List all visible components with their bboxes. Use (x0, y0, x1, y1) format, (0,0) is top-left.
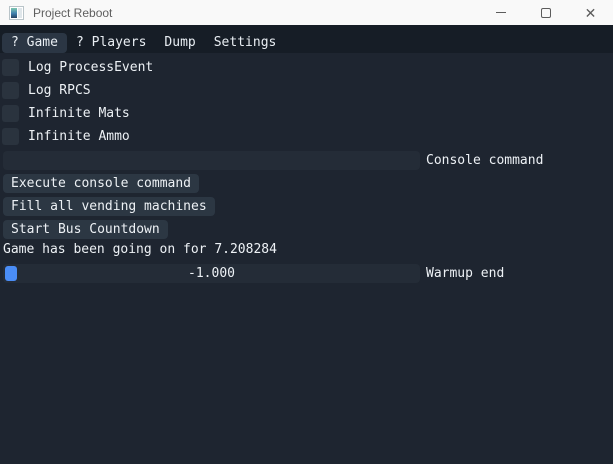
menu-item-dump[interactable]: Dump (155, 33, 204, 53)
menu-item-game[interactable]: ? Game (2, 33, 67, 53)
console-command-label: Console command (426, 151, 543, 170)
warmup-end-row: -1.000 Warmup end (2, 264, 613, 283)
checkbox-row-log-rpcs[interactable]: Log RPCS (2, 82, 613, 99)
close-icon: ✕ (585, 6, 597, 20)
game-time-status: Game has been going on for 7.208284 (3, 243, 613, 258)
minimize-button[interactable] (478, 0, 523, 25)
checkbox-row-infinite-mats[interactable]: Infinite Mats (2, 105, 613, 122)
maximize-icon (541, 8, 551, 18)
execute-console-command-button[interactable]: Execute console command (3, 174, 199, 193)
close-button[interactable]: ✕ (568, 0, 613, 25)
maximize-button[interactable] (523, 0, 568, 25)
checkbox-label: Log ProcessEvent (28, 59, 153, 76)
warmup-end-label: Warmup end (426, 264, 504, 283)
checkbox-infinite-mats[interactable] (2, 105, 19, 122)
app-icon (9, 6, 24, 20)
console-command-input[interactable] (3, 151, 420, 170)
window-controls: ✕ (478, 0, 613, 25)
menu-item-players[interactable]: ? Players (67, 33, 155, 53)
warmup-end-slider[interactable]: -1.000 (3, 264, 420, 283)
slider-value: -1.000 (3, 264, 420, 283)
console-command-row: Console command (2, 151, 613, 170)
game-tab-content: Log ProcessEvent Log RPCS Infinite Mats … (0, 53, 613, 283)
button-row: Execute console command (2, 174, 613, 193)
checkbox-row-log-processevent[interactable]: Log ProcessEvent (2, 59, 613, 76)
project-reboot-window: Project Reboot ✕ ? Game ? Players Dump S… (0, 0, 613, 464)
checkbox-label: Infinite Ammo (28, 128, 130, 145)
window-title: Project Reboot (33, 6, 112, 20)
titlebar: Project Reboot ✕ (0, 0, 613, 25)
fill-vending-machines-button[interactable]: Fill all vending machines (3, 197, 215, 216)
checkbox-log-processevent[interactable] (2, 59, 19, 76)
checkbox-infinite-ammo[interactable] (2, 128, 19, 145)
minimize-icon (496, 12, 506, 13)
client-area: ? Game ? Players Dump Settings Log Proce… (0, 25, 613, 464)
checkbox-label: Log RPCS (28, 82, 91, 99)
menu-item-settings[interactable]: Settings (205, 33, 286, 53)
menubar: ? Game ? Players Dump Settings (0, 25, 613, 53)
button-row: Fill all vending machines (2, 197, 613, 216)
checkbox-log-rpcs[interactable] (2, 82, 19, 99)
start-bus-countdown-button[interactable]: Start Bus Countdown (3, 220, 168, 239)
checkbox-label: Infinite Mats (28, 105, 130, 122)
checkbox-row-infinite-ammo[interactable]: Infinite Ammo (2, 128, 613, 145)
button-row: Start Bus Countdown (2, 220, 613, 239)
